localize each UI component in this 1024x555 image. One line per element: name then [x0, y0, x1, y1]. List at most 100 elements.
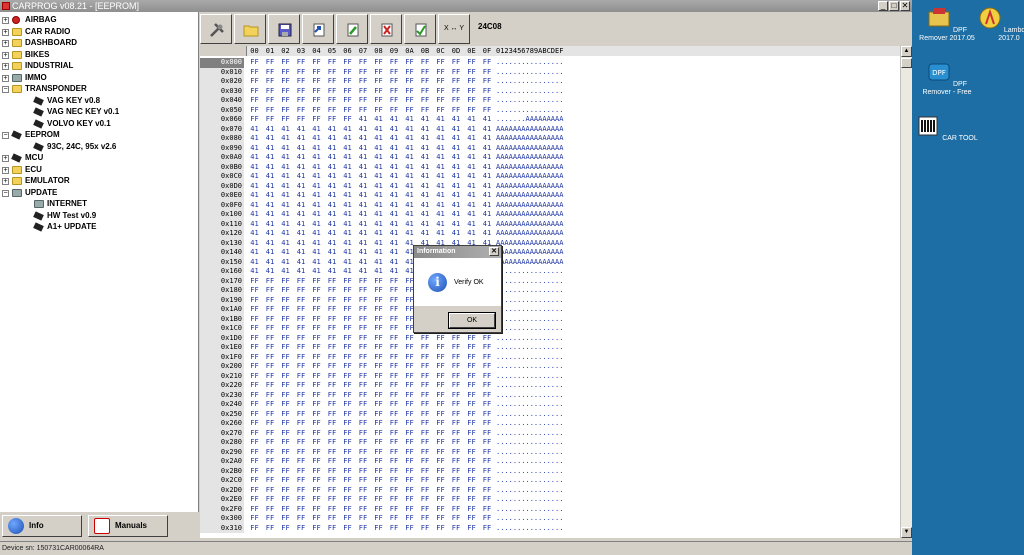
- hex-byte[interactable]: FF: [279, 115, 292, 125]
- hex-byte[interactable]: FF: [372, 77, 385, 87]
- hex-byte[interactable]: 41: [372, 239, 385, 249]
- hex-byte[interactable]: FF: [310, 106, 323, 116]
- hex-byte[interactable]: FF: [372, 495, 385, 505]
- hex-row[interactable]: 0x2D0 FF FF FF FF FF FF FF FF FF FF FF FF FF FF FF FF...…: [200, 485, 900, 496]
- hex-byte[interactable]: FF: [450, 106, 463, 116]
- hex-byte[interactable]: 41: [310, 125, 323, 135]
- hex-byte[interactable]: FF: [450, 58, 463, 68]
- hex-byte[interactable]: FF: [248, 476, 261, 486]
- hex-byte[interactable]: 41: [465, 134, 478, 144]
- hex-byte[interactable]: FF: [388, 87, 401, 97]
- hex-byte[interactable]: 41: [264, 229, 277, 239]
- hex-row[interactable]: 0x0F0 41 41 41 41 41 41 41 41 41 41 41 41 41 41 41 41 AAA…: [200, 200, 900, 211]
- hex-byte[interactable]: FF: [372, 448, 385, 458]
- hex-byte[interactable]: FF: [388, 514, 401, 524]
- hex-byte[interactable]: 41: [357, 191, 370, 201]
- hex-byte[interactable]: 41: [419, 144, 432, 154]
- hex-byte[interactable]: FF: [264, 476, 277, 486]
- hex-byte[interactable]: FF: [264, 334, 277, 344]
- hex-byte[interactable]: FF: [248, 505, 261, 515]
- hex-byte[interactable]: 41: [434, 210, 447, 220]
- hex-byte[interactable]: 41: [357, 134, 370, 144]
- hex-byte[interactable]: 41: [279, 239, 292, 249]
- hex-byte[interactable]: FF: [465, 343, 478, 353]
- hex-byte[interactable]: FF: [279, 77, 292, 87]
- hex-byte[interactable]: 41: [465, 191, 478, 201]
- hex-byte[interactable]: FF: [388, 495, 401, 505]
- hex-byte[interactable]: FF: [341, 372, 354, 382]
- hex-row[interactable]: 0x0D0 41 41 41 41 41 41 41 41 41 41 41 41 41 41 41 41 AAA…: [200, 181, 900, 192]
- hex-byte[interactable]: FF: [372, 106, 385, 116]
- hex-byte[interactable]: 41: [326, 239, 339, 249]
- hex-byte[interactable]: 41: [279, 248, 292, 258]
- hex-byte[interactable]: FF: [310, 372, 323, 382]
- hex-byte[interactable]: FF: [295, 381, 308, 391]
- hex-byte[interactable]: 41: [310, 191, 323, 201]
- hex-byte[interactable]: 41: [372, 191, 385, 201]
- hex-byte[interactable]: FF: [419, 457, 432, 467]
- hex-byte[interactable]: FF: [450, 419, 463, 429]
- hex-byte[interactable]: FF: [388, 438, 401, 448]
- hex-byte[interactable]: 41: [388, 258, 401, 268]
- expand-icon[interactable]: +: [2, 155, 9, 162]
- hex-byte[interactable]: 41: [388, 163, 401, 173]
- hex-byte[interactable]: 41: [295, 210, 308, 220]
- hex-byte[interactable]: 41: [403, 125, 416, 135]
- hex-byte[interactable]: FF: [403, 486, 416, 496]
- hex-byte[interactable]: FF: [310, 296, 323, 306]
- hex-byte[interactable]: FF: [403, 353, 416, 363]
- hex-byte[interactable]: FF: [357, 305, 370, 315]
- hex-byte[interactable]: FF: [279, 334, 292, 344]
- hex-byte[interactable]: FF: [341, 324, 354, 334]
- hex-byte[interactable]: FF: [465, 495, 478, 505]
- hex-byte[interactable]: FF: [419, 448, 432, 458]
- hex-byte[interactable]: FF: [326, 96, 339, 106]
- hex-byte[interactable]: FF: [419, 96, 432, 106]
- hex-byte[interactable]: FF: [450, 381, 463, 391]
- tree-item[interactable]: + BIKES: [0, 49, 198, 61]
- hex-byte[interactable]: FF: [264, 381, 277, 391]
- hex-byte[interactable]: FF: [326, 324, 339, 334]
- hex-row[interactable]: 0x1D0 FF FF FF FF FF FF FF FF FF FF FF FF FF FF FF FF...…: [200, 333, 900, 344]
- hex-byte[interactable]: FF: [388, 372, 401, 382]
- hex-byte[interactable]: 41: [419, 201, 432, 211]
- hex-byte[interactable]: FF: [264, 419, 277, 429]
- hex-byte[interactable]: 41: [248, 172, 261, 182]
- hex-byte[interactable]: FF: [372, 286, 385, 296]
- hex-byte[interactable]: FF: [248, 286, 261, 296]
- hex-byte[interactable]: 41: [388, 267, 401, 277]
- close-button[interactable]: ✕: [900, 1, 910, 11]
- hex-row[interactable]: 0x100 41 41 41 41 41 41 41 41 41 41 41 41 41 41 41 41 AAA…: [200, 210, 900, 220]
- hex-byte[interactable]: FF: [434, 505, 447, 515]
- tree-item[interactable]: − TRANSPONDER: [0, 83, 198, 95]
- tree-item[interactable]: + CAR RADIO: [0, 26, 198, 38]
- hex-byte[interactable]: FF: [341, 353, 354, 363]
- hex-byte[interactable]: 41: [403, 182, 416, 192]
- hex-byte[interactable]: 41: [295, 267, 308, 277]
- scroll-up-button[interactable]: ▲: [901, 46, 912, 57]
- hex-byte[interactable]: FF: [465, 400, 478, 410]
- hex-byte[interactable]: 41: [388, 191, 401, 201]
- hex-byte[interactable]: FF: [465, 96, 478, 106]
- expand-icon[interactable]: +: [2, 40, 9, 47]
- hex-byte[interactable]: FF: [481, 495, 494, 505]
- hex-byte[interactable]: 41: [403, 153, 416, 163]
- hex-byte[interactable]: FF: [419, 514, 432, 524]
- hex-byte[interactable]: FF: [388, 68, 401, 78]
- hex-byte[interactable]: FF: [450, 448, 463, 458]
- hex-byte[interactable]: 41: [326, 191, 339, 201]
- hex-byte[interactable]: FF: [388, 448, 401, 458]
- hex-byte[interactable]: FF: [434, 68, 447, 78]
- hex-byte[interactable]: FF: [295, 438, 308, 448]
- hex-row[interactable]: 0x0E0 41 41 41 41 41 41 41 41 41 41 41 41 41 41 41 41 AAA…: [200, 191, 900, 201]
- hex-byte[interactable]: FF: [419, 429, 432, 439]
- hex-byte[interactable]: FF: [403, 96, 416, 106]
- hex-byte[interactable]: 41: [419, 229, 432, 239]
- hex-byte[interactable]: 41: [450, 182, 463, 192]
- hex-byte[interactable]: FF: [279, 514, 292, 524]
- hex-row[interactable]: 0x030 FF FF FF FF FF FF FF FF FF FF FF FF FF FF FF FF...…: [200, 86, 900, 97]
- tree-item[interactable]: − UPDATE: [0, 187, 198, 199]
- scroll-thumb[interactable]: [901, 58, 912, 68]
- hex-byte[interactable]: FF: [403, 495, 416, 505]
- hex-byte[interactable]: FF: [372, 58, 385, 68]
